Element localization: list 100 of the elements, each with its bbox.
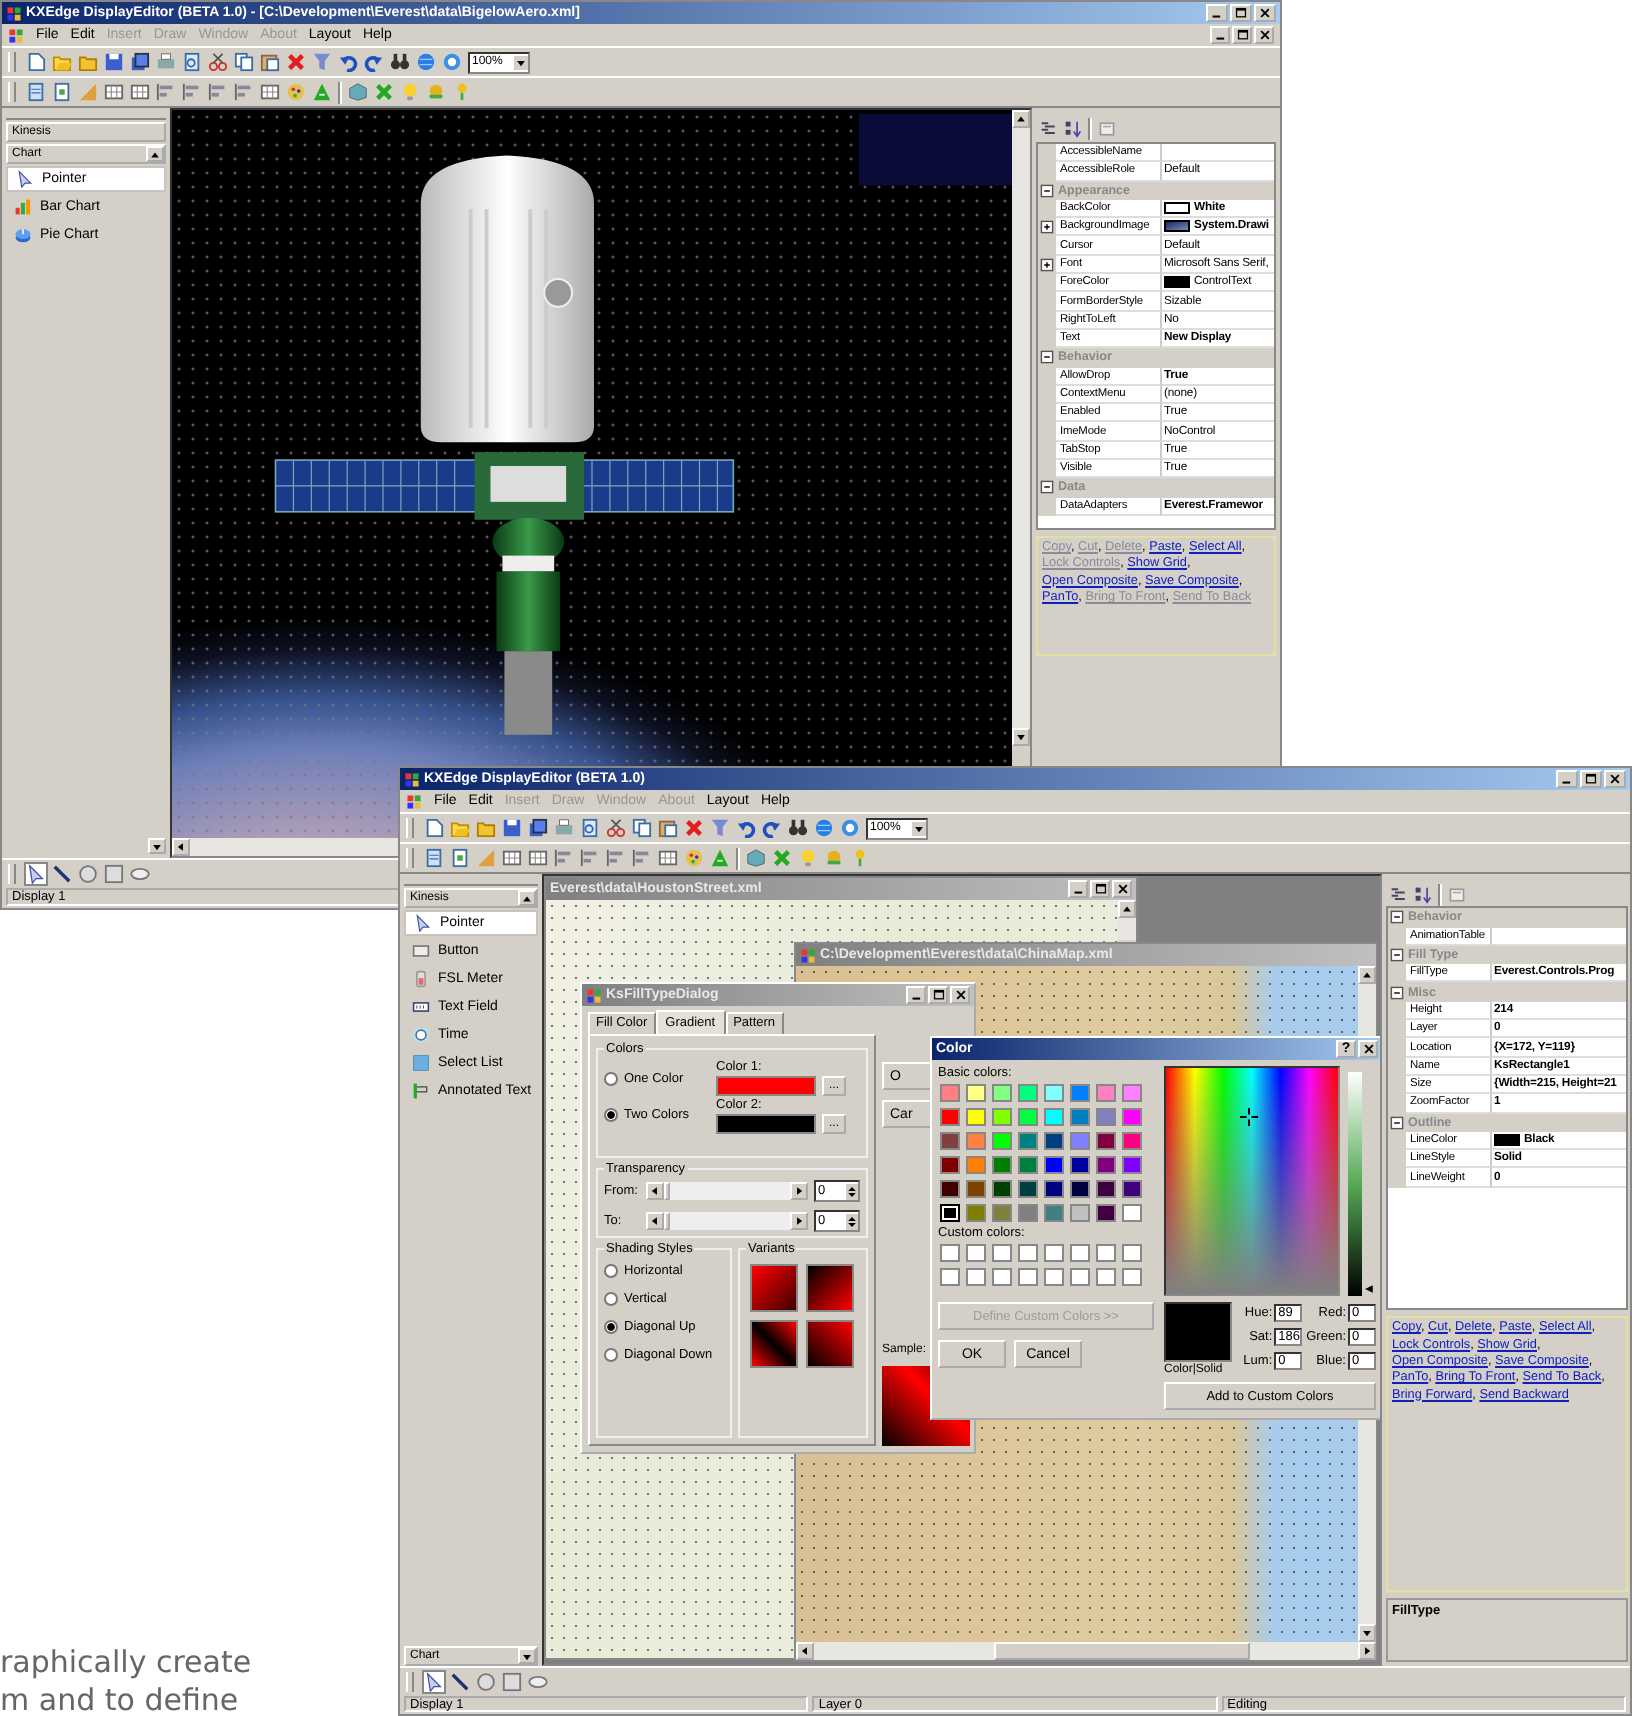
slider-thumb[interactable] bbox=[664, 1182, 670, 1200]
color-swatch[interactable] bbox=[940, 1180, 960, 1198]
slider-thumb[interactable] bbox=[664, 1212, 670, 1230]
copy-icon[interactable] bbox=[234, 52, 254, 72]
color-swatch[interactable] bbox=[1070, 1132, 1090, 1150]
align-icon[interactable] bbox=[208, 82, 228, 102]
color-swatch[interactable] bbox=[1070, 1180, 1090, 1198]
copy-icon[interactable] bbox=[632, 818, 652, 838]
color-swatch[interactable] bbox=[1096, 1180, 1116, 1198]
color-swatch[interactable] bbox=[1096, 1108, 1116, 1126]
vertical-scrollbar[interactable] bbox=[1012, 110, 1030, 746]
document-icon[interactable] bbox=[26, 82, 46, 102]
color-swatch[interactable] bbox=[1018, 1084, 1038, 1102]
clipboard-icon[interactable] bbox=[658, 818, 678, 838]
funnel-icon[interactable] bbox=[312, 52, 332, 72]
triangle-icon[interactable] bbox=[312, 82, 332, 102]
maximize-button[interactable] bbox=[1230, 4, 1252, 22]
color-swatch[interactable] bbox=[1096, 1132, 1116, 1150]
align-icon[interactable] bbox=[156, 82, 176, 102]
clipboard-icon[interactable] bbox=[260, 52, 280, 72]
close-button[interactable] bbox=[1358, 1040, 1378, 1058]
triangle-icon[interactable] bbox=[710, 848, 730, 868]
page-preview-icon[interactable] bbox=[182, 52, 202, 72]
scroll-button[interactable] bbox=[148, 838, 166, 854]
color-swatch[interactable] bbox=[1044, 1108, 1064, 1126]
cross-icon[interactable] bbox=[286, 52, 306, 72]
bulb-icon[interactable] bbox=[798, 848, 818, 868]
color-swatch[interactable] bbox=[1070, 1084, 1090, 1102]
property-pages-icon[interactable] bbox=[1448, 885, 1466, 904]
bulb-icon[interactable] bbox=[400, 82, 420, 102]
gradient-variant[interactable] bbox=[806, 1264, 854, 1312]
palette-icon[interactable] bbox=[286, 82, 306, 102]
color-swatch[interactable] bbox=[1096, 1204, 1116, 1222]
step-left-button[interactable] bbox=[646, 1212, 664, 1230]
align-icon[interactable] bbox=[554, 848, 574, 868]
pin-icon[interactable] bbox=[452, 82, 472, 102]
align-icon[interactable] bbox=[580, 848, 600, 868]
minimize-button[interactable] bbox=[1556, 770, 1578, 788]
vertical-scrollbar[interactable] bbox=[1118, 900, 1136, 940]
pin-icon[interactable] bbox=[850, 848, 870, 868]
color-swatch[interactable] bbox=[1018, 1156, 1038, 1174]
maximize-button[interactable] bbox=[1232, 26, 1252, 44]
color-swatch[interactable] bbox=[1018, 1132, 1038, 1150]
color-swatch[interactable] bbox=[1070, 1108, 1090, 1126]
color-swatch[interactable] bbox=[1122, 1084, 1142, 1102]
scroll-button[interactable] bbox=[518, 890, 536, 906]
help-circle-icon[interactable] bbox=[840, 818, 860, 838]
close-button[interactable] bbox=[1604, 770, 1626, 788]
align-icon[interactable] bbox=[234, 82, 254, 102]
minimize-button[interactable] bbox=[1210, 26, 1230, 44]
color-swatch[interactable] bbox=[1044, 1132, 1064, 1150]
color-swatch[interactable] bbox=[1070, 1156, 1090, 1174]
color-swatch[interactable] bbox=[992, 1132, 1012, 1150]
color-swatch[interactable] bbox=[1122, 1132, 1142, 1150]
categorized-icon[interactable] bbox=[1390, 885, 1408, 904]
luminance-bar[interactable] bbox=[1348, 1072, 1362, 1296]
step-right-button[interactable] bbox=[790, 1182, 808, 1200]
x-mark-icon[interactable] bbox=[374, 82, 394, 102]
square-icon[interactable] bbox=[104, 863, 124, 883]
color-swatch[interactable] bbox=[992, 1108, 1012, 1126]
undo-icon[interactable] bbox=[736, 818, 756, 838]
sort-icon[interactable] bbox=[1414, 885, 1432, 904]
scroll-button[interactable] bbox=[146, 146, 164, 162]
document-icon[interactable] bbox=[450, 848, 470, 868]
help-circle-icon[interactable] bbox=[442, 52, 462, 72]
line-icon[interactable] bbox=[52, 863, 72, 883]
grid-icon[interactable] bbox=[658, 848, 678, 868]
undo-icon[interactable] bbox=[338, 52, 358, 72]
color-swatch[interactable] bbox=[940, 1156, 960, 1174]
color-swatch[interactable] bbox=[1122, 1180, 1142, 1198]
stack-icon[interactable] bbox=[426, 82, 446, 102]
scissors-icon[interactable] bbox=[606, 818, 626, 838]
color-swatch[interactable] bbox=[1122, 1204, 1142, 1222]
align-icon[interactable] bbox=[632, 848, 652, 868]
categorized-icon[interactable] bbox=[1040, 120, 1058, 138]
color-swatch[interactable] bbox=[966, 1180, 986, 1198]
color-swatch[interactable] bbox=[1070, 1204, 1090, 1222]
page-icon[interactable] bbox=[26, 52, 46, 72]
cube-icon[interactable] bbox=[348, 82, 368, 102]
maximize-button[interactable] bbox=[1580, 770, 1602, 788]
color-swatch[interactable] bbox=[1044, 1204, 1064, 1222]
x-mark-icon[interactable] bbox=[772, 848, 792, 868]
horizontal-scrollbar[interactable] bbox=[796, 1642, 1376, 1660]
gradient-variant[interactable] bbox=[750, 1320, 798, 1368]
color-swatch[interactable] bbox=[966, 1108, 986, 1126]
redo-icon[interactable] bbox=[364, 52, 384, 72]
property-pages-icon[interactable] bbox=[1098, 120, 1116, 138]
grid-icon[interactable] bbox=[130, 82, 150, 102]
color-swatch[interactable] bbox=[1018, 1180, 1038, 1198]
square-icon[interactable] bbox=[502, 1671, 522, 1691]
step-left-button[interactable] bbox=[646, 1182, 664, 1200]
pointer-arrow-icon[interactable] bbox=[26, 863, 46, 883]
sort-icon[interactable] bbox=[1064, 120, 1082, 138]
ellipse-icon[interactable] bbox=[528, 1671, 548, 1691]
stack-icon[interactable] bbox=[824, 848, 844, 868]
scissors-icon[interactable] bbox=[208, 52, 228, 72]
color-swatch[interactable] bbox=[992, 1204, 1012, 1222]
grid-icon[interactable] bbox=[528, 848, 548, 868]
color-swatch[interactable] bbox=[1044, 1084, 1064, 1102]
close-button[interactable] bbox=[1254, 26, 1274, 44]
